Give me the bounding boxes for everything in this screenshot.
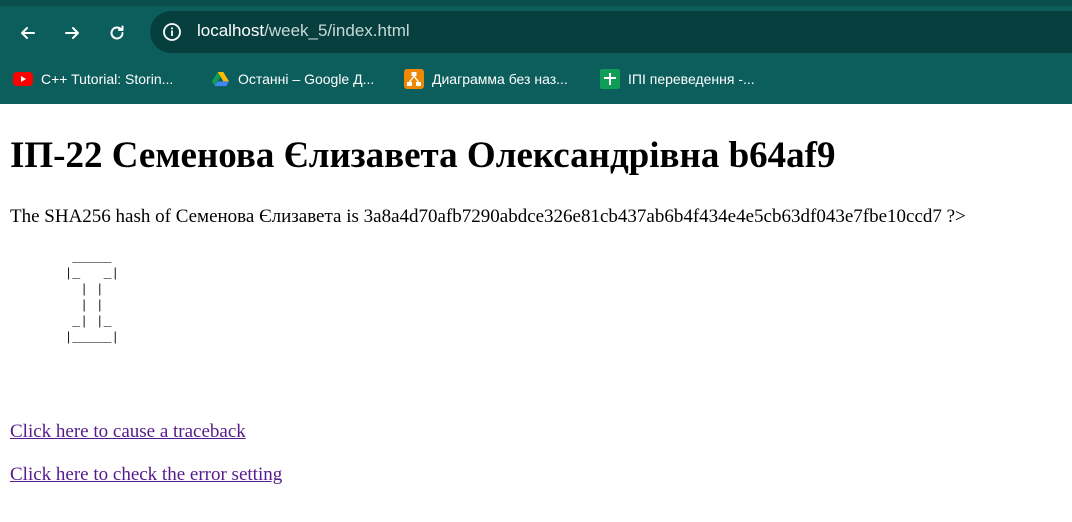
bookmark-cpp-tutorial[interactable]: C++ Tutorial: Storin...: [13, 67, 173, 91]
drawio-icon: [404, 69, 424, 89]
google-sheets-icon: [600, 69, 620, 89]
bookmarks-bar: C++ Tutorial: Storin... Останні – Google…: [0, 62, 1072, 96]
bookmark-sheets[interactable]: ІПІ переведення -...: [600, 67, 755, 91]
bookmark-label: Останні – Google Д...: [238, 71, 375, 87]
browser-chrome: localhost/week_5/index.html C++ Tutorial…: [0, 0, 1072, 104]
url-text[interactable]: localhost/week_5/index.html: [197, 21, 410, 41]
youtube-icon: [13, 69, 33, 89]
info-icon[interactable]: [162, 22, 182, 42]
address-bar[interactable]: localhost/week_5/index.html: [150, 11, 1072, 53]
hash-text: The SHA256 hash of Семенова Єлизавета is…: [10, 206, 966, 227]
bookmark-label: ІПІ переведення -...: [628, 71, 755, 87]
reload-button[interactable]: [102, 18, 132, 48]
bookmark-label: C++ Tutorial: Storin...: [41, 71, 174, 87]
arrow-right-icon: [65, 27, 79, 39]
error-setting-link[interactable]: Click here to check the error setting: [10, 463, 282, 487]
ascii-art: _____ |_ _| | | | | _| |_ |_____|: [64, 250, 120, 345]
page-content: ІП-22 Семенова Єлизавета Олександрівна b…: [0, 104, 1072, 522]
url-host: localhost: [197, 21, 265, 40]
forward-button[interactable]: [57, 18, 87, 48]
reload-icon: [110, 25, 124, 40]
back-button[interactable]: [13, 18, 43, 48]
url-path: /week_5/index.html: [264, 21, 410, 40]
google-drive-icon: [210, 69, 230, 89]
page-title: ІП-22 Семенова Єлизавета Олександрівна b…: [10, 135, 836, 176]
bookmark-label: Диаграмма без наз...: [432, 71, 568, 87]
arrow-left-icon: [21, 27, 35, 39]
traceback-link[interactable]: Click here to cause a traceback: [10, 420, 246, 444]
bookmark-diagram[interactable]: Диаграмма без наз...: [404, 67, 568, 91]
bookmark-google-drive[interactable]: Останні – Google Д...: [210, 67, 374, 91]
